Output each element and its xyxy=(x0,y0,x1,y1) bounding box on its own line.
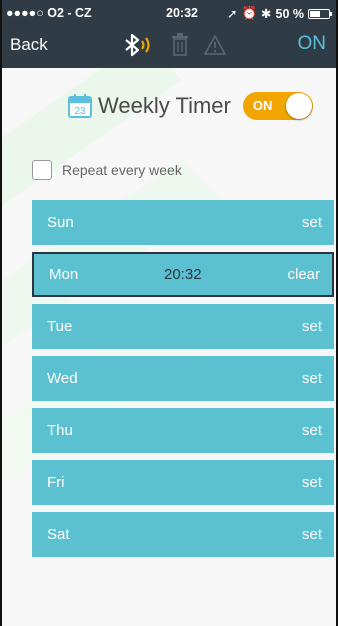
battery-icon xyxy=(308,8,332,19)
title-row: 23 Weekly Timer ON xyxy=(68,92,313,120)
page-title: Weekly Timer xyxy=(98,93,231,118)
alarm-icon: ⏰ xyxy=(241,6,258,20)
calendar-icon: 23 xyxy=(68,94,92,118)
app-screen: ●●●●○ O2 - CZ 20:32 ➚ ⏰ ✱ 50 % Back ON 2… xyxy=(0,0,338,626)
repeat-checkbox[interactable] xyxy=(32,160,52,180)
trash-icon[interactable] xyxy=(170,33,190,57)
header-bar: ●●●●○ O2 - CZ 20:32 ➚ ⏰ ✱ 50 % Back ON xyxy=(2,0,336,68)
day-name: Fri xyxy=(47,474,65,491)
day-name: Sat xyxy=(47,526,70,543)
day-time: 20:32 xyxy=(164,266,202,283)
day-row-wed[interactable]: Wed set xyxy=(32,356,334,401)
day-set-button[interactable]: set xyxy=(302,474,322,491)
repeat-label: Repeat every week xyxy=(62,162,182,178)
status-right: ➚ ⏰ ✱ 50 % xyxy=(226,6,332,21)
bluetooth-status-icon: ✱ xyxy=(261,7,272,21)
back-button[interactable]: Back xyxy=(10,35,48,55)
toggle-state-label: ON xyxy=(252,98,273,113)
day-set-button[interactable]: set xyxy=(302,422,322,439)
day-row-sat[interactable]: Sat set xyxy=(32,512,334,557)
toggle-knob xyxy=(285,93,312,119)
nav-bar: Back ON xyxy=(2,30,336,62)
day-set-button[interactable]: set xyxy=(302,526,322,543)
day-row-mon[interactable]: Mon 20:32 clear xyxy=(32,252,334,297)
power-on-button[interactable]: ON xyxy=(298,33,327,55)
bluetooth-connected-icon[interactable] xyxy=(122,33,156,57)
day-name: Sun xyxy=(47,214,74,231)
nav-icons xyxy=(122,33,226,57)
day-row-tue[interactable]: Tue set xyxy=(32,304,334,349)
carrier-signal: ●●●●○ O2 - CZ xyxy=(6,6,92,20)
status-bar: ●●●●○ O2 - CZ 20:32 ➚ ⏰ ✱ 50 % xyxy=(2,0,336,26)
day-name: Wed xyxy=(47,370,78,387)
calendar-day: 23 xyxy=(74,106,86,117)
warning-icon[interactable] xyxy=(204,34,226,56)
battery-percent: 50 % xyxy=(275,6,305,21)
weekly-timer-toggle[interactable]: ON xyxy=(242,92,313,120)
day-clear-button[interactable]: clear xyxy=(287,266,320,283)
day-list: Sun set Mon 20:32 clear Tue set Wed set … xyxy=(32,200,334,564)
location-icon: ➚ xyxy=(226,7,238,21)
day-row-fri[interactable]: Fri set xyxy=(32,460,334,505)
day-set-button[interactable]: set xyxy=(302,318,322,335)
day-name: Mon xyxy=(49,266,79,283)
status-time: 20:32 xyxy=(166,6,198,20)
day-set-button[interactable]: set xyxy=(302,214,322,231)
day-row-sun[interactable]: Sun set xyxy=(32,200,334,245)
day-name: Tue xyxy=(47,318,73,335)
day-set-button[interactable]: set xyxy=(302,370,322,387)
day-row-thu[interactable]: Thu set xyxy=(32,408,334,453)
repeat-every-week[interactable]: Repeat every week xyxy=(32,160,182,180)
day-name: Thu xyxy=(47,422,73,439)
